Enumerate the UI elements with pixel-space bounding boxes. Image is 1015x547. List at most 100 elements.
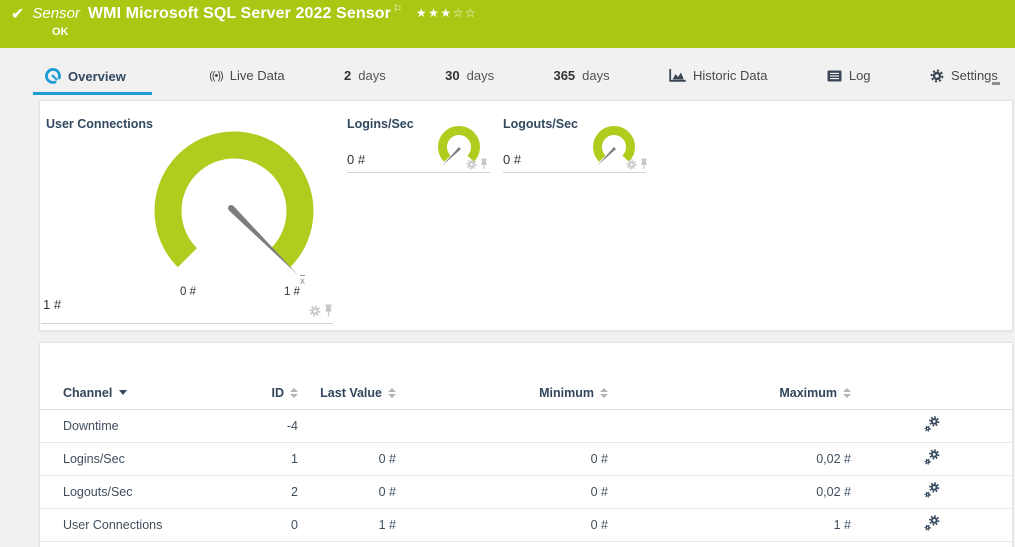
tab-settings[interactable]: Settings <box>928 64 1000 91</box>
tab-overview[interactable]: Overview <box>33 64 152 95</box>
tab-2-days-number: 2 <box>344 68 351 83</box>
cell-minimum: 0 # <box>396 508 608 541</box>
gauge-arc <box>168 145 300 258</box>
sort-icon <box>388 388 396 398</box>
column-header-actions <box>851 377 1012 409</box>
table-row: Downtime -4 <box>40 409 1012 442</box>
cell-channel: Logins/Sec <box>40 442 221 475</box>
tab-overview-label: Overview <box>68 69 126 84</box>
gauge-value: 0 # <box>503 152 521 167</box>
gear-icon <box>930 69 944 83</box>
gauge-panel-logouts: Logouts/Sec 0 # <box>502 101 648 181</box>
cell-minimum: 0 # <box>396 475 608 508</box>
object-kind-label: Sensor <box>32 5 80 22</box>
cell-maximum <box>608 409 851 442</box>
sort-desc-icon <box>119 390 127 395</box>
cell-channel: Downtime <box>40 409 221 442</box>
log-list-icon <box>827 70 842 82</box>
sort-icon <box>600 388 608 398</box>
tab-2-days-unit: days <box>358 68 385 83</box>
pin-icon[interactable] <box>324 304 333 322</box>
tab-365-days-unit: days <box>582 68 609 83</box>
gauge-arc <box>598 131 631 159</box>
gauge-title: User Connections <box>46 117 153 131</box>
cell-id: -4 <box>221 409 298 442</box>
cell-channel: Logouts/Sec <box>40 475 221 508</box>
tab-bar: Overview ((•)) Live Data 2 days 30 days … <box>33 64 1000 95</box>
column-header-id[interactable]: ID <box>221 377 298 409</box>
tab-365-days-number: 365 <box>553 68 575 83</box>
stars-filled[interactable]: ★★★ <box>416 6 453 20</box>
gauge-title: Logins/Sec <box>347 117 414 131</box>
column-header-id-label: ID <box>272 386 285 400</box>
cell-id: 1 <box>221 442 298 475</box>
panel-divider <box>41 323 333 324</box>
column-header-last-value-label: Last Value <box>320 386 382 400</box>
cell-id: 2 <box>221 475 298 508</box>
column-header-minimum-label: Minimum <box>539 386 594 400</box>
area-chart-icon <box>669 69 686 83</box>
cell-id: 0 <box>221 508 298 541</box>
panel-divider <box>503 172 646 173</box>
gauge-max-label: 1 # <box>284 286 300 298</box>
channels-table: Channel ID Last Value Minimum Maximum <box>40 377 1012 542</box>
channel-settings-gears-icon[interactable] <box>924 515 940 535</box>
gauge-panel-user-connections: User Connections x 0 # 1 # 1 # <box>40 101 338 332</box>
gauge-min-label: 0 # <box>180 286 196 298</box>
tab-30-days-number: 30 <box>445 68 459 83</box>
user-connections-gauge <box>144 123 324 303</box>
column-header-channel[interactable]: Channel <box>40 377 221 409</box>
channel-settings-gears-icon[interactable] <box>924 482 940 502</box>
cell-last-value <box>298 409 396 442</box>
table-row: Logouts/Sec 2 0 # 0 # 0,02 # <box>40 475 1012 508</box>
cell-maximum: 0,02 # <box>608 442 851 475</box>
channel-settings-gears-icon[interactable] <box>924 416 940 436</box>
tab-historic-data-label: Historic Data <box>693 68 767 83</box>
channels-table-card: Channel ID Last Value Minimum Maximum <box>39 342 1013 547</box>
gauge-value: 0 # <box>347 152 365 167</box>
cell-last-value: 0 # <box>298 475 396 508</box>
gauge-icon <box>45 68 61 84</box>
sensor-header-bar: ✔ Sensor WMI Microsoft SQL Server 2022 S… <box>0 0 1015 48</box>
sort-icon <box>290 388 298 398</box>
stars-empty[interactable]: ☆☆ <box>453 6 478 20</box>
tab-historic-data[interactable]: Historic Data <box>667 64 769 91</box>
broadcast-icon: ((•)) <box>209 70 223 82</box>
column-header-maximum-label: Maximum <box>779 386 837 400</box>
gauge-arc <box>443 131 476 159</box>
channel-gear-icon[interactable] <box>309 304 321 322</box>
panel-divider <box>347 172 490 173</box>
tab-30-days[interactable]: 30 days <box>443 64 496 91</box>
sort-icon <box>843 388 851 398</box>
tab-live-data-label: Live Data <box>230 68 285 83</box>
cell-maximum: 1 # <box>608 508 851 541</box>
tab-settings-label: Settings <box>951 68 998 83</box>
cell-minimum: 0 # <box>396 442 608 475</box>
status-check-icon: ✔ <box>11 4 24 24</box>
cell-channel: User Connections <box>40 508 221 541</box>
tab-2-days[interactable]: 2 days <box>342 64 388 91</box>
table-header-row: Channel ID Last Value Minimum Maximum <box>40 377 1012 409</box>
tab-365-days[interactable]: 365 days <box>551 64 611 91</box>
gauge-value: 1 # <box>43 297 61 312</box>
column-header-maximum[interactable]: Maximum <box>608 377 851 409</box>
star-rating[interactable]: ★★★☆☆ <box>416 6 477 20</box>
priority-flag-icon[interactable]: ⚐ <box>393 4 402 15</box>
average-marker: x <box>300 276 305 287</box>
tab-30-days-unit: days <box>467 68 494 83</box>
column-header-last-value[interactable]: Last Value <box>298 377 396 409</box>
channel-settings-gears-icon[interactable] <box>924 449 940 469</box>
gauge-needle-hub <box>228 205 234 211</box>
gauges-card: User Connections x 0 # 1 # 1 # <box>39 100 1013 331</box>
cell-maximum: 0,02 # <box>608 475 851 508</box>
tab-log[interactable]: Log <box>825 64 873 91</box>
column-header-minimum[interactable]: Minimum <box>396 377 608 409</box>
page-title: WMI Microsoft SQL Server 2022 Sensor <box>88 5 391 23</box>
tab-live-data[interactable]: ((•)) Live Data <box>207 64 286 91</box>
table-row: User Connections 0 1 # 0 # 1 # <box>40 508 1012 541</box>
status-badge: OK <box>52 26 69 38</box>
cell-minimum <box>396 409 608 442</box>
tab-log-label: Log <box>849 68 871 83</box>
cell-last-value: 1 # <box>298 508 396 541</box>
cell-last-value: 0 # <box>298 442 396 475</box>
